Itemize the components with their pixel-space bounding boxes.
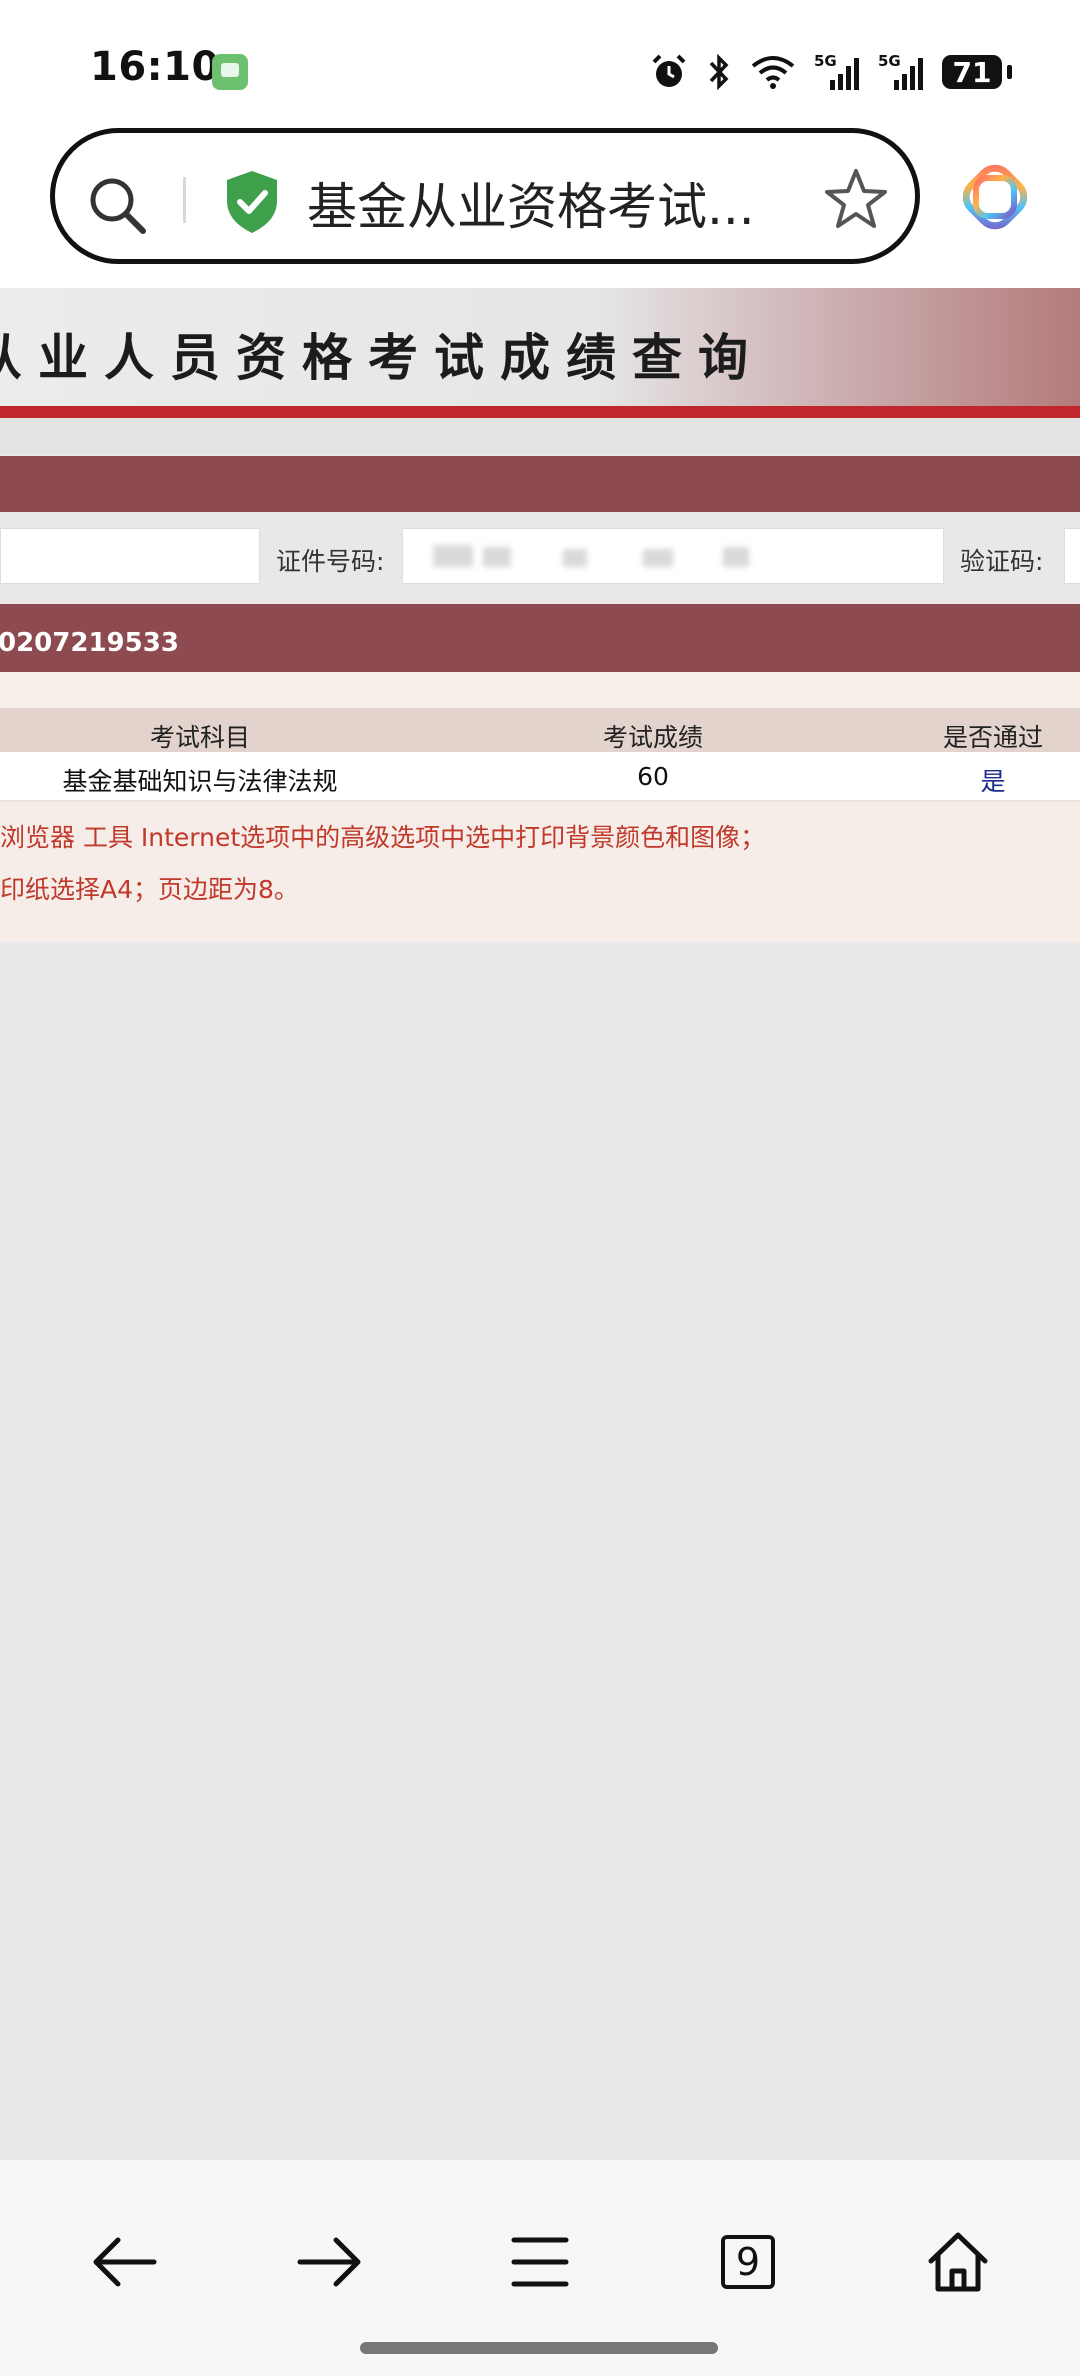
web-page: 从业人员资格考试成绩查询 证件号码: 验证码: 0207219533 考试科目 … — [0, 288, 1080, 2160]
redacted-block — [643, 549, 673, 567]
captcha-field[interactable] — [1064, 528, 1080, 584]
alarm-icon — [652, 54, 686, 87]
result-spacer — [0, 672, 1080, 708]
tabs-button[interactable]: 9 — [698, 2212, 798, 2312]
home-icon — [928, 2232, 988, 2292]
back-button[interactable] — [74, 2212, 174, 2312]
id-number-field[interactable] — [402, 528, 944, 584]
tabs-icon: 9 — [721, 2235, 775, 2289]
message-app-icon — [212, 54, 248, 90]
home-button[interactable] — [908, 2212, 1008, 2312]
note-line: 浏览器 工具 Internet选项中的高级选项中选中打印背景颜色和图像； — [0, 823, 766, 852]
status-time: 16:10 — [90, 44, 220, 90]
name-field[interactable] — [0, 528, 260, 584]
forward-arrow-icon — [297, 2237, 361, 2287]
redacted-block — [433, 545, 473, 567]
page-title: 从业人员资格考试成绩查询 — [0, 328, 764, 387]
url-title[interactable]: 基金从业资格考试... — [307, 167, 755, 239]
bookmark-star-icon[interactable] — [823, 167, 889, 231]
score-cell: 60 — [637, 762, 669, 791]
forward-button[interactable] — [280, 2212, 380, 2312]
address-divider — [183, 177, 186, 223]
redacted-block — [723, 547, 749, 567]
bottom-navigation: 9 — [0, 2160, 1080, 2376]
header-spacer — [0, 418, 1080, 454]
tab-count: 9 — [735, 2240, 761, 2284]
cellular-signal-icon: 5G — [814, 52, 859, 90]
section-header-bar — [0, 456, 1080, 512]
registration-number: 0207219533 — [0, 628, 179, 658]
header-score: 考试成绩 — [602, 723, 704, 752]
signal-label: 5G — [878, 52, 901, 70]
query-form: 证件号码: 验证码: — [0, 512, 1080, 604]
note-line: 印纸选择A4；页边距为8。 — [0, 875, 299, 904]
bluetooth-icon — [709, 53, 729, 91]
back-arrow-icon — [93, 2237, 157, 2287]
subject-cell: 基金基础知识与法律法规 — [62, 767, 338, 796]
result-header-bar: 0207219533 — [0, 604, 1080, 672]
menu-button[interactable] — [490, 2212, 590, 2312]
home-indicator[interactable] — [360, 2342, 718, 2354]
address-bar[interactable]: 基金从业资格考试... — [50, 128, 920, 264]
menu-icon — [511, 2237, 569, 2287]
ai-assistant-icon[interactable] — [962, 164, 1028, 230]
header-passed: 是否通过 — [942, 723, 1044, 752]
system-icons: 5G 5G 71 — [650, 46, 1012, 98]
redacted-block — [563, 549, 587, 567]
passed-cell: 是 — [980, 767, 1006, 796]
battery-level: 71 — [952, 55, 992, 89]
print-notes: 浏览器 工具 Internet选项中的高级选项中选中打印背景颜色和图像； 印纸选… — [0, 800, 1080, 942]
header-subject: 考试科目 — [149, 723, 251, 752]
wifi-icon — [751, 56, 795, 89]
table-row: 基金基础知识与法律法规 60 是 — [0, 752, 1080, 800]
redacted-block — [483, 547, 511, 567]
results-table-header: 考试科目 考试成绩 是否通过 — [0, 708, 1080, 752]
cellular-signal-icon: 5G — [878, 52, 923, 90]
id-number-label: 证件号码: — [276, 547, 385, 576]
signal-label: 5G — [814, 52, 837, 70]
banner-divider — [0, 406, 1080, 418]
captcha-label: 验证码: — [960, 547, 1044, 576]
page-banner: 从业人员资格考试成绩查询 — [0, 288, 1080, 406]
status-bar: 16:10 5G 5G 71 — [0, 0, 1080, 128]
battery-icon: 71 — [942, 55, 1012, 89]
browser-toolbar: 基金从业资格考试... — [0, 128, 1080, 288]
search-icon[interactable] — [85, 173, 151, 239]
security-shield-icon[interactable] — [223, 169, 281, 235]
